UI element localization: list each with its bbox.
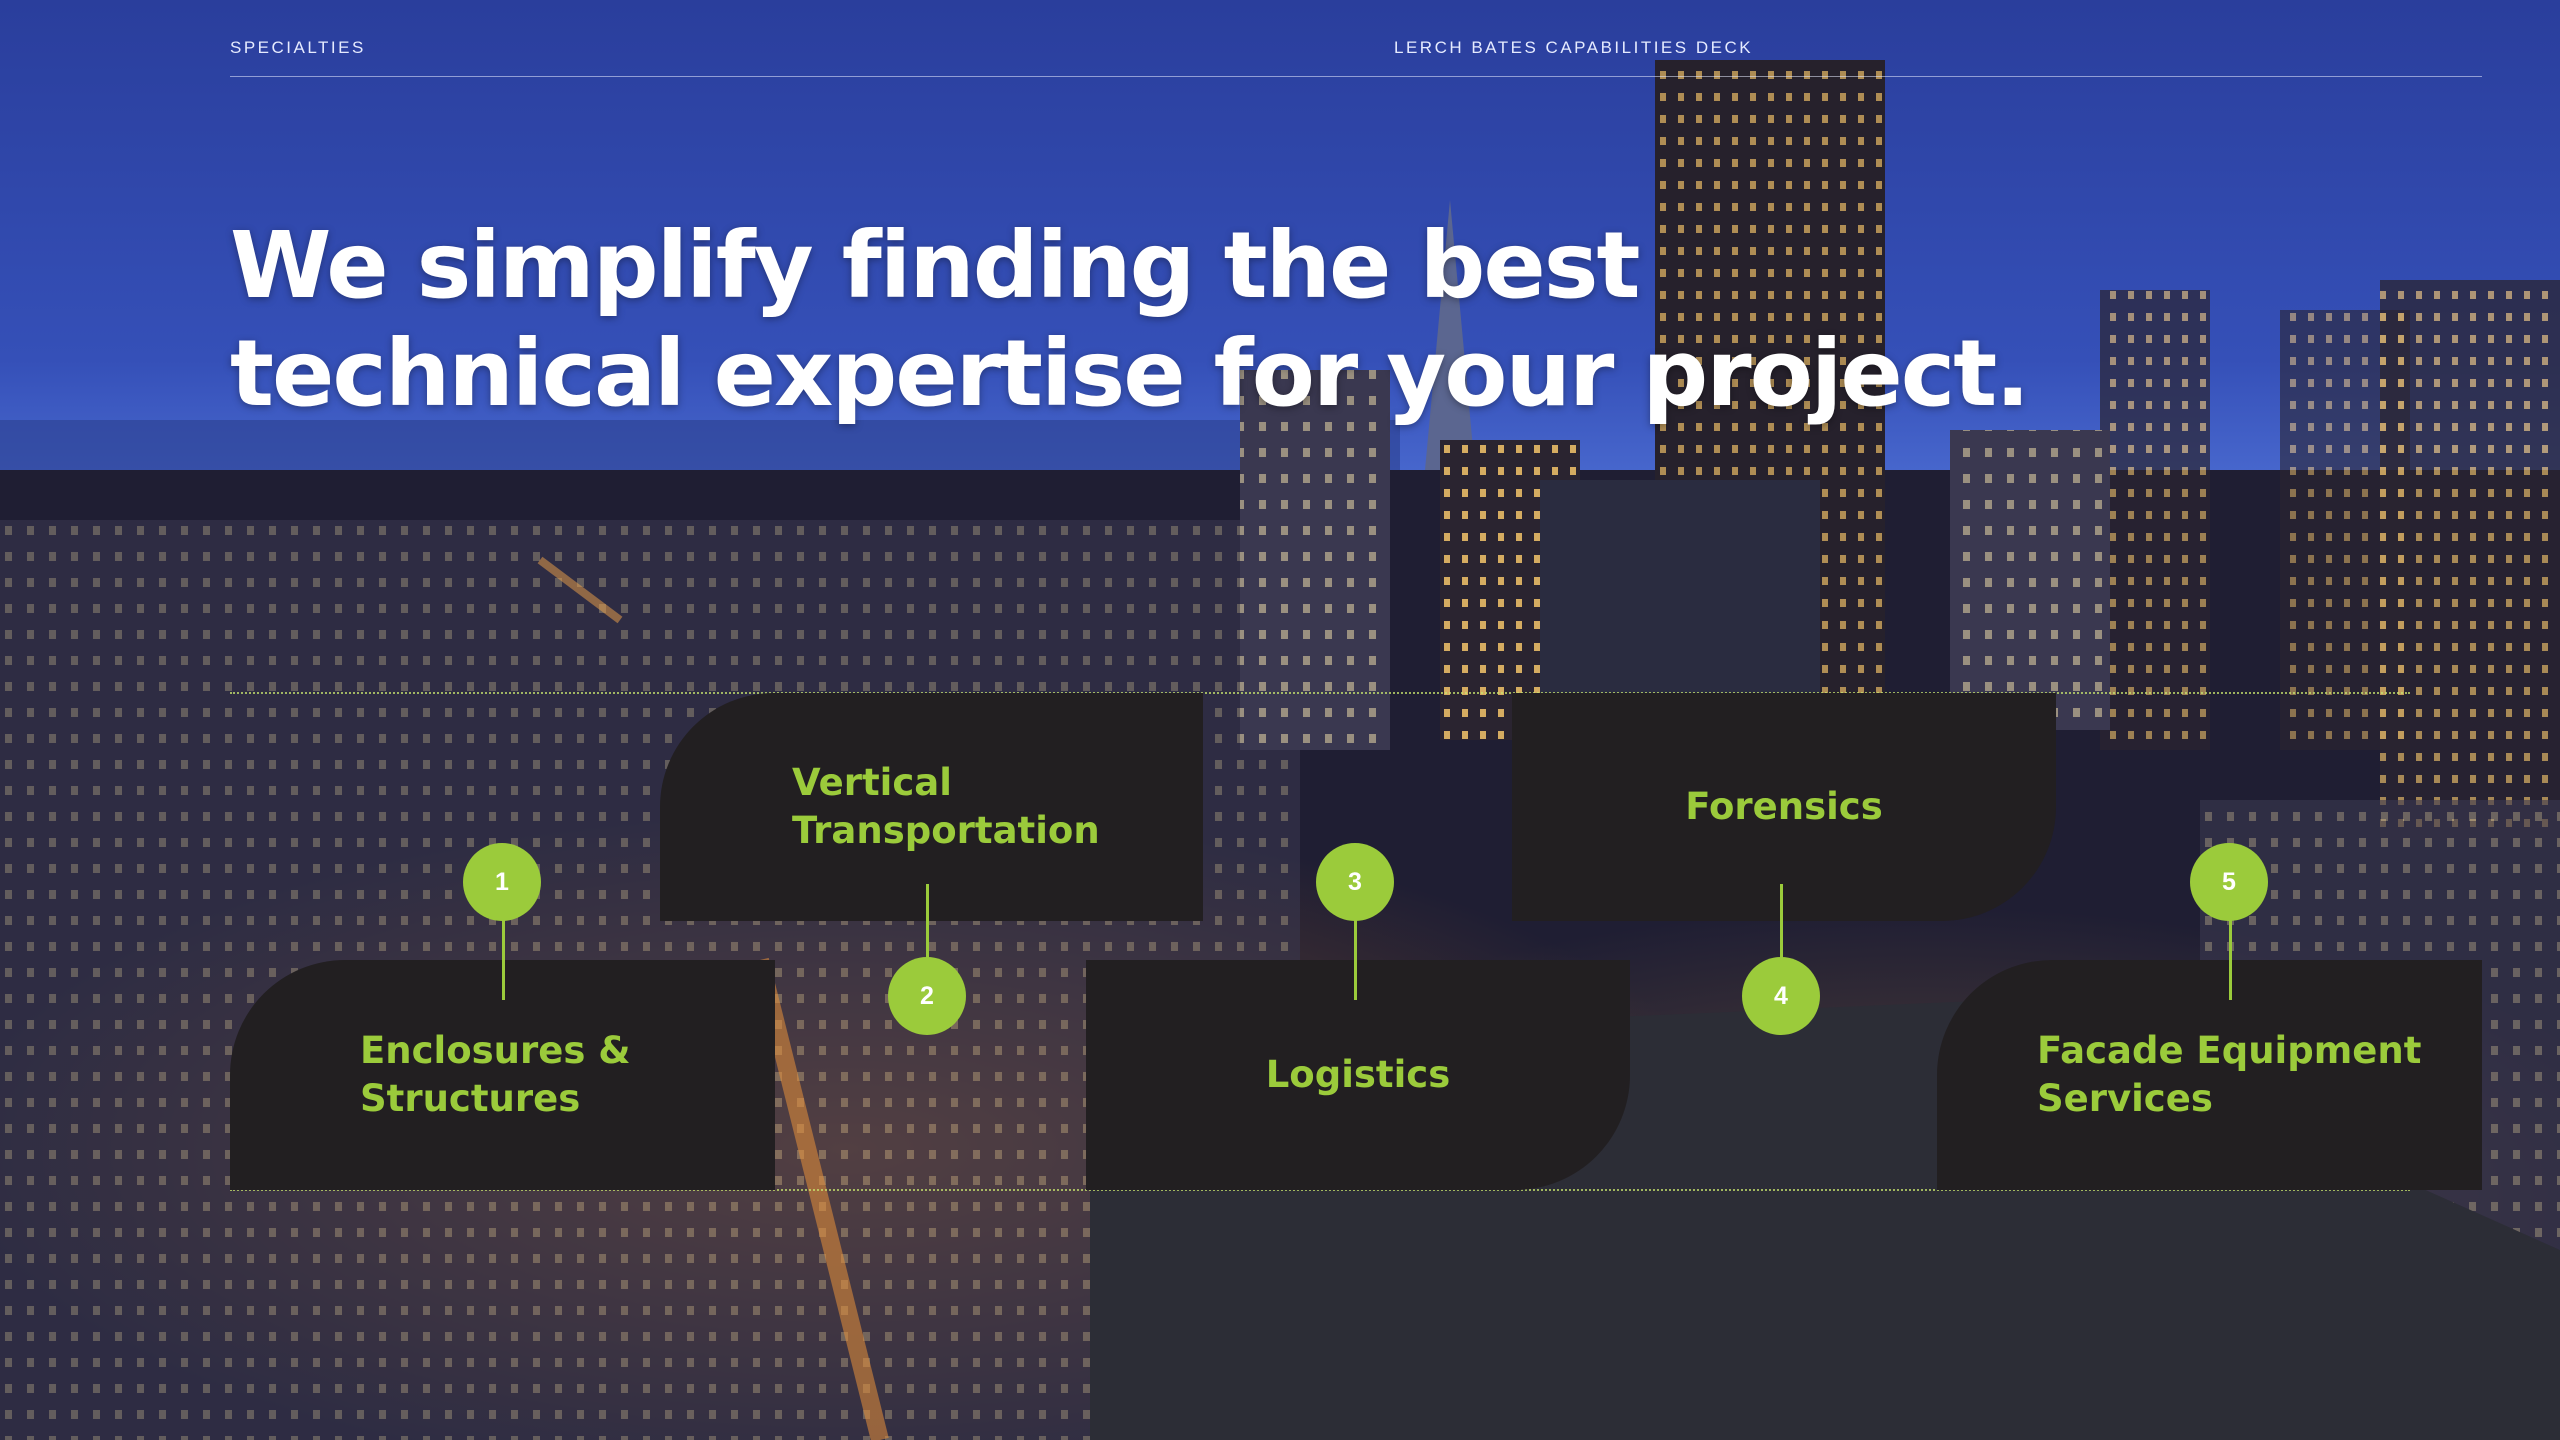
specialty-number-badge-2: 2 <box>888 957 966 1035</box>
section-label: SPECIALTIES <box>230 38 366 57</box>
headline-line-1: We simplify finding the best <box>230 212 1640 319</box>
headline-line-2: technical expertise for your project. <box>230 320 2030 427</box>
specialty-label: Enclosures & Structures <box>360 1029 631 1120</box>
specialty-label: Facade Equipment Services <box>2037 1029 2422 1120</box>
connector-line-4 <box>1780 884 1783 964</box>
specialty-card-vertical-transportation[interactable]: Vertical Transportation <box>660 693 1203 921</box>
connector-line-3 <box>1354 920 1357 1000</box>
deck-title: LERCH BATES CAPABILITIES DECK <box>1394 38 1754 57</box>
specialty-number-badge-3: 3 <box>1316 843 1394 921</box>
specialty-label: Forensics <box>1685 785 1883 828</box>
page-headline: We simplify finding the best technical e… <box>230 212 2030 428</box>
specialty-number-badge-4: 4 <box>1742 957 1820 1035</box>
specialty-label: Logistics <box>1265 1053 1451 1096</box>
specialty-card-facade-equipment-services[interactable]: Facade Equipment Services <box>1937 960 2482 1190</box>
specialty-label: Vertical Transportation <box>792 761 1100 852</box>
top-dotted-guide <box>230 692 2410 694</box>
connector-line-5 <box>2229 920 2232 1000</box>
connector-line-2 <box>926 884 929 964</box>
specialty-number-badge-1: 1 <box>463 843 541 921</box>
specialty-card-forensics[interactable]: Forensics <box>1512 693 2056 921</box>
specialty-card-logistics[interactable]: Logistics <box>1086 960 1630 1190</box>
specialty-number-badge-5: 5 <box>2190 843 2268 921</box>
connector-line-1 <box>502 920 505 1000</box>
header-divider <box>230 76 2482 77</box>
